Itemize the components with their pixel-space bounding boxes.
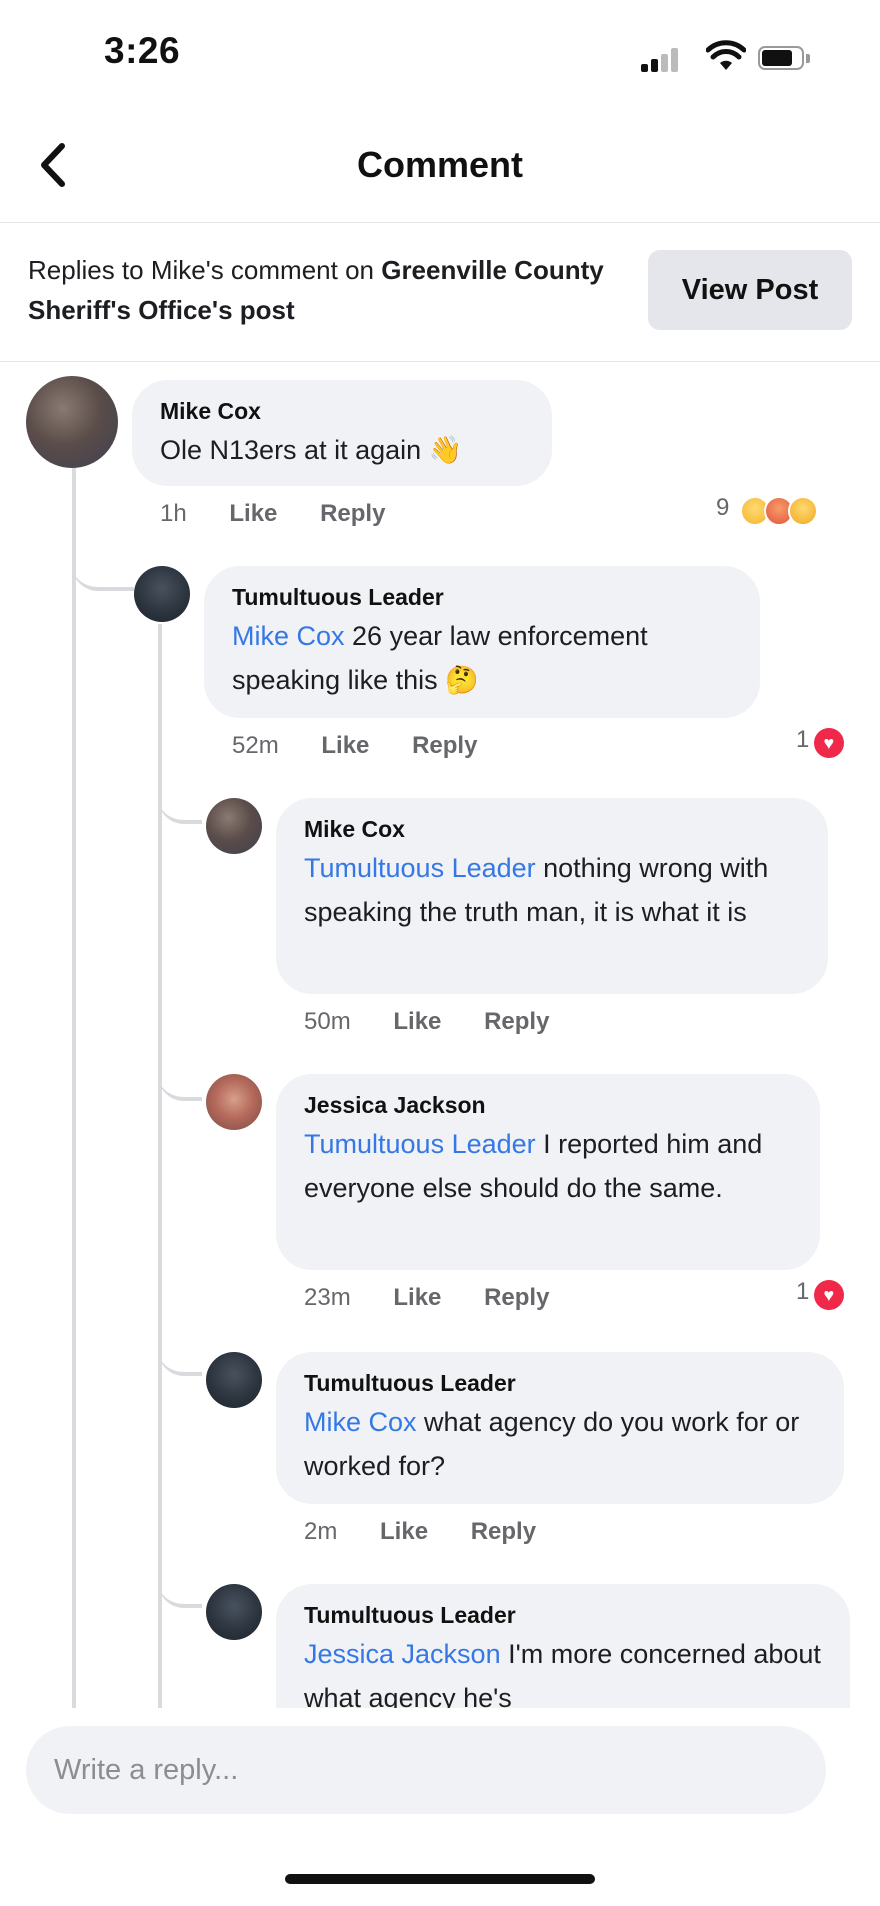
battery-icon xyxy=(758,46,814,72)
thread-connector xyxy=(158,1330,202,1376)
emoji: 👋 xyxy=(428,435,463,465)
reaction-summary[interactable]: 9 xyxy=(716,494,818,526)
reply-button[interactable]: Reply xyxy=(484,1284,549,1311)
status-time: 3:26 xyxy=(104,30,181,71)
comment-author[interactable]: Tumultuous Leader xyxy=(304,1370,516,1397)
reply-input[interactable] xyxy=(26,1726,826,1814)
avatar[interactable] xyxy=(26,376,118,468)
like-button[interactable]: Like xyxy=(229,500,277,527)
page-title: Comment xyxy=(356,144,523,185)
thread-connector xyxy=(72,545,134,591)
comment-text: Jessica Jackson I'm more concerned about… xyxy=(304,1632,824,1720)
reaction-count: 1 xyxy=(796,1278,810,1305)
comment-meta: 52m Like Reply xyxy=(232,732,477,760)
avatar[interactable] xyxy=(206,1584,262,1640)
comment-author[interactable]: Tumultuous Leader xyxy=(232,584,444,611)
home-indicator[interactable] xyxy=(285,1874,595,1884)
thread-connector xyxy=(158,1055,202,1101)
thread-line-main xyxy=(72,440,76,1708)
thread-connector xyxy=(158,778,202,824)
comment-text: Mike Cox 26 year law enforcement speakin… xyxy=(232,614,742,702)
comment-meta: 2m Like Reply xyxy=(304,1518,536,1546)
comment-author[interactable]: Mike Cox xyxy=(160,398,261,425)
mention-link[interactable]: Mike Cox xyxy=(304,1407,417,1437)
context-prefix: Replies to Mike's comment on xyxy=(28,255,382,285)
timestamp: 50m xyxy=(304,1008,351,1035)
like-button[interactable]: Like xyxy=(380,1518,428,1545)
love-reaction-icon xyxy=(813,727,844,758)
context-description: Replies to Mike's comment on Greenville … xyxy=(28,250,628,330)
reply-button[interactable]: Reply xyxy=(320,500,385,527)
avatar[interactable] xyxy=(206,1352,262,1408)
comment-meta: 1h Like Reply xyxy=(160,500,385,528)
comment-text: Tumultuous Leader nothing wrong with spe… xyxy=(304,846,814,934)
timestamp: 1h xyxy=(160,500,187,527)
mention-link[interactable]: Tumultuous Leader xyxy=(304,853,536,883)
reaction-count: 1 xyxy=(796,726,810,753)
comment-author[interactable]: Mike Cox xyxy=(304,816,405,843)
reaction-summary[interactable]: 1 xyxy=(796,1278,844,1310)
timestamp: 52m xyxy=(232,732,279,759)
reply-button[interactable]: Reply xyxy=(471,1518,536,1545)
view-post-button[interactable]: View Post xyxy=(648,250,852,330)
like-button[interactable]: Like xyxy=(393,1008,441,1035)
like-button[interactable]: Like xyxy=(321,732,369,759)
comment-text: Ole N13ers at it again 👋 xyxy=(160,428,462,472)
reaction-summary[interactable]: 1 xyxy=(796,726,844,758)
mention-link[interactable]: Mike Cox xyxy=(232,621,345,651)
mention-link[interactable]: Tumultuous Leader xyxy=(304,1129,536,1159)
comment-author[interactable]: Tumultuous Leader xyxy=(304,1602,516,1629)
emoji: 🤔 xyxy=(445,665,479,695)
avatar[interactable] xyxy=(206,798,262,854)
avatar[interactable] xyxy=(206,1074,262,1130)
love-reaction-icon xyxy=(813,1279,844,1310)
comment-author[interactable]: Jessica Jackson xyxy=(304,1092,486,1119)
wow-reaction-icon xyxy=(787,495,818,526)
mention-link[interactable]: Jessica Jackson xyxy=(304,1639,501,1669)
cellular-signal-icon xyxy=(641,48,683,72)
avatar[interactable] xyxy=(134,566,190,622)
comment-meta: 50m Like Reply xyxy=(304,1008,549,1036)
comment-meta: 23m Like Reply xyxy=(304,1284,549,1312)
timestamp: 2m xyxy=(304,1518,338,1545)
reaction-count: 9 xyxy=(716,494,730,521)
wifi-icon xyxy=(706,40,746,70)
like-button[interactable]: Like xyxy=(393,1284,441,1311)
context-suffix: 's post xyxy=(211,295,295,325)
reply-button[interactable]: Reply xyxy=(412,732,477,759)
comment-body: Ole N13ers at it again xyxy=(160,435,422,465)
timestamp: 23m xyxy=(304,1284,351,1311)
reply-button[interactable]: Reply xyxy=(484,1008,549,1035)
comment-text: Tumultuous Leader I reported him and eve… xyxy=(304,1122,804,1210)
thread-connector xyxy=(158,1562,202,1608)
comment-text: Mike Cox what agency do you work for or … xyxy=(304,1400,824,1488)
